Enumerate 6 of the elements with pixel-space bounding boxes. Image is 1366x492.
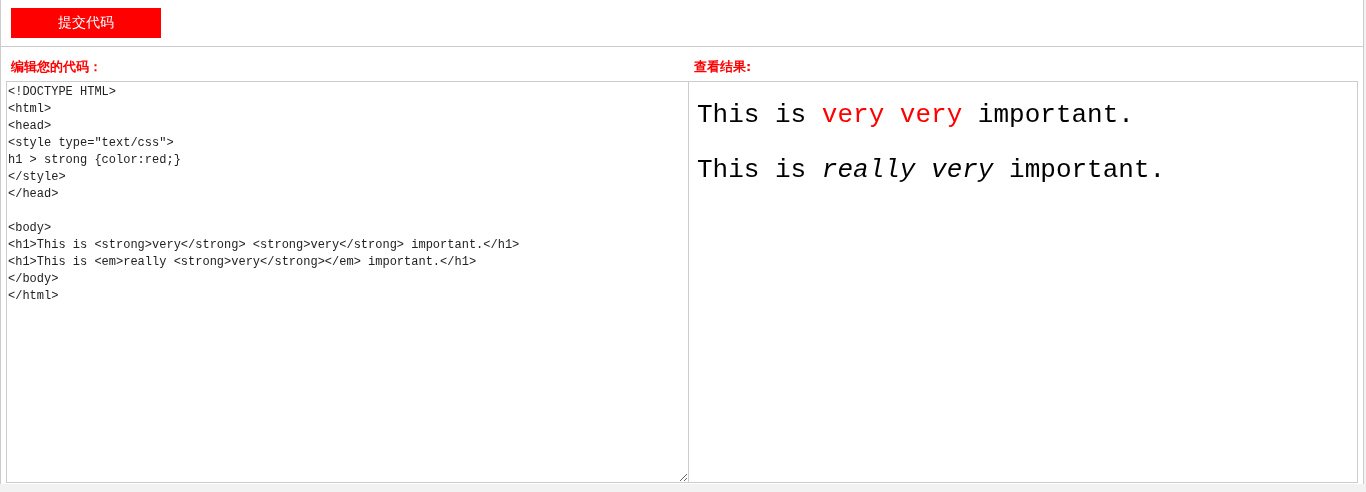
code-editor[interactable]: <!DOCTYPE HTML> <html> <head> <style type="text/css"> h1 > strong {color:red;} </style> </head> <body> <h1>This is <strong>very</strong> <strong>very</strong> important.</h1> <h1>This is <em>really <strong>very</strong></em> important.</h1> </body> </html> xyxy=(6,81,689,483)
result-heading: This is really very important. xyxy=(697,155,1167,187)
result-label: 查看结果: xyxy=(693,58,753,76)
submit-code-button[interactable]: 提交代码 xyxy=(11,8,161,38)
result-heading: This is very very important. xyxy=(697,100,1135,132)
editor-label: 编辑您的代码： xyxy=(10,58,103,76)
